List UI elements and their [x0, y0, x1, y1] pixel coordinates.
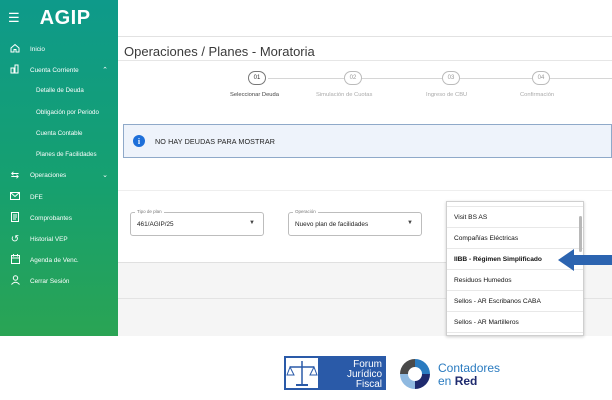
sidebar-item-label: Agenda de Venc.	[30, 256, 79, 264]
step-3-label: Ingreso de CBU	[426, 92, 468, 98]
sidebar-item-inicio[interactable]: Inicio	[0, 40, 118, 58]
sidebar-item-label: Historial VEP	[30, 235, 68, 243]
sidebar-item-comprobantes[interactable]: Comprobantes	[0, 209, 118, 227]
stepper-connector	[362, 78, 442, 79]
title-divider	[118, 60, 612, 61]
calendar-icon	[0, 253, 30, 267]
tipo-plan-label: Tipo de plan	[135, 209, 164, 214]
sidebar-item-label: Inicio	[30, 45, 45, 53]
sidebar-item-label: Operaciones	[30, 171, 67, 179]
page-title: Operaciones / Planes - Moratoria	[124, 44, 315, 59]
topbar-divider	[118, 36, 612, 37]
home-icon	[0, 43, 30, 56]
agip-logo: AGIP	[39, 6, 91, 29]
dropdown-option[interactable]: Visit BS AS	[447, 207, 583, 228]
chevron-up-icon: ⌃	[102, 67, 108, 74]
alert-message: NO HAY DEUDAS PARA MOSTRAR	[155, 136, 276, 146]
sidebar-item-label: Cuenta Corriente	[30, 66, 79, 74]
dropdown-option[interactable]: Compañías Eléctricas	[447, 228, 583, 249]
sidebar-item-cerrar-sesion[interactable]: Cerrar Sesión	[0, 272, 118, 290]
step-1-label: Seleccionar Deuda	[230, 92, 279, 98]
dropdown-option[interactable]: Residuos Humedos	[447, 270, 583, 291]
sidebar-header: ☰ AGIP	[0, 0, 118, 36]
hamburger-icon[interactable]: ☰	[8, 10, 20, 26]
forum-juridico-fiscal-logo: Forum Jurídico Fiscal	[284, 356, 386, 390]
step-2-circle[interactable]: 02	[344, 71, 362, 85]
history-icon: ↺	[10, 233, 20, 245]
tipo-plan-select[interactable]: Tipo de plan 461/AGIP/25 ▼	[130, 209, 264, 236]
sidebar-item-dfe[interactable]: DFE	[0, 188, 118, 206]
sidebar-item-label: DFE	[30, 193, 43, 201]
sidebar-item-label: Comprobantes	[30, 214, 72, 222]
step-4-circle[interactable]: 04	[532, 71, 550, 85]
stepper-connector	[460, 78, 532, 79]
sidebar-subitem-cuenta-contable[interactable]: Cuenta Contable	[36, 130, 82, 137]
caret-down-icon: ▼	[249, 220, 255, 226]
step-1-circle[interactable]: 01	[248, 71, 266, 85]
dropdown-scrollbar[interactable]	[579, 216, 582, 252]
step-2-label: Simulación de Cuotas	[316, 92, 373, 98]
sidebar-subitem-obligacion-periodo[interactable]: Obligación por Periodo	[36, 109, 99, 116]
info-alert: i NO HAY DEUDAS PARA MOSTRAR	[123, 124, 612, 158]
tipo-plan-value: 461/AGIP/25	[137, 221, 174, 228]
contadores-en-red-logo: Contadores en Red	[398, 357, 518, 391]
sidebar-item-operaciones[interactable]: ⇆ Operaciones ⌄	[0, 166, 118, 184]
sidebar-item-historial-vep[interactable]: ↺ Historial VEP	[0, 230, 118, 248]
caret-down-icon: ▼	[407, 220, 413, 226]
pointer-arrow-icon	[558, 249, 612, 271]
info-icon: i	[133, 135, 145, 147]
contadores-logo-mark-icon	[400, 359, 430, 389]
sidebar-item-agenda-vencimientos[interactable]: Agenda de Venc.	[0, 251, 118, 269]
dropdown-option[interactable]: Sellos - AR Martilleros	[447, 312, 583, 333]
stepper-connector	[268, 78, 344, 79]
transfer-icon: ⇆	[10, 169, 20, 181]
step-3-circle[interactable]: 03	[442, 71, 460, 85]
account-icon	[0, 64, 30, 77]
sidebar-item-cuenta-corriente[interactable]: Cuenta Corriente ⌃	[0, 61, 118, 79]
contadores-logo-line1: Contadores	[438, 361, 501, 375]
sidebar-item-label: Cerrar Sesión	[30, 277, 70, 285]
chevron-down-icon: ⌄	[102, 172, 108, 179]
sidebar: ☰ AGIP Inicio Cuenta Corriente ⌃ Detalle…	[0, 0, 118, 336]
operacion-value: Nuevo plan de facilidades	[295, 221, 369, 228]
receipt-icon	[0, 211, 30, 225]
operacion-select[interactable]: Operación Nuevo plan de facilidades ▼	[288, 209, 422, 236]
step-4-label: Confirmación	[520, 92, 555, 98]
user-icon	[0, 274, 30, 288]
contadores-logo-line2: en Red	[438, 374, 477, 388]
sidebar-subitem-planes-facilidades[interactable]: Planes de Facilidades	[36, 151, 97, 158]
operacion-label: Operación	[293, 209, 318, 214]
contadores-logo-prefix: en	[438, 374, 455, 388]
mail-icon	[0, 191, 30, 203]
sidebar-subitem-detalle-deuda[interactable]: Detalle de Deuda	[36, 87, 84, 94]
stepper-connector	[550, 78, 612, 79]
forum-logo-line3: Fiscal	[356, 379, 382, 390]
contadores-logo-red: Red	[454, 374, 478, 388]
dropdown-option[interactable]: Sellos - AR Escribanos CABA	[447, 291, 583, 312]
